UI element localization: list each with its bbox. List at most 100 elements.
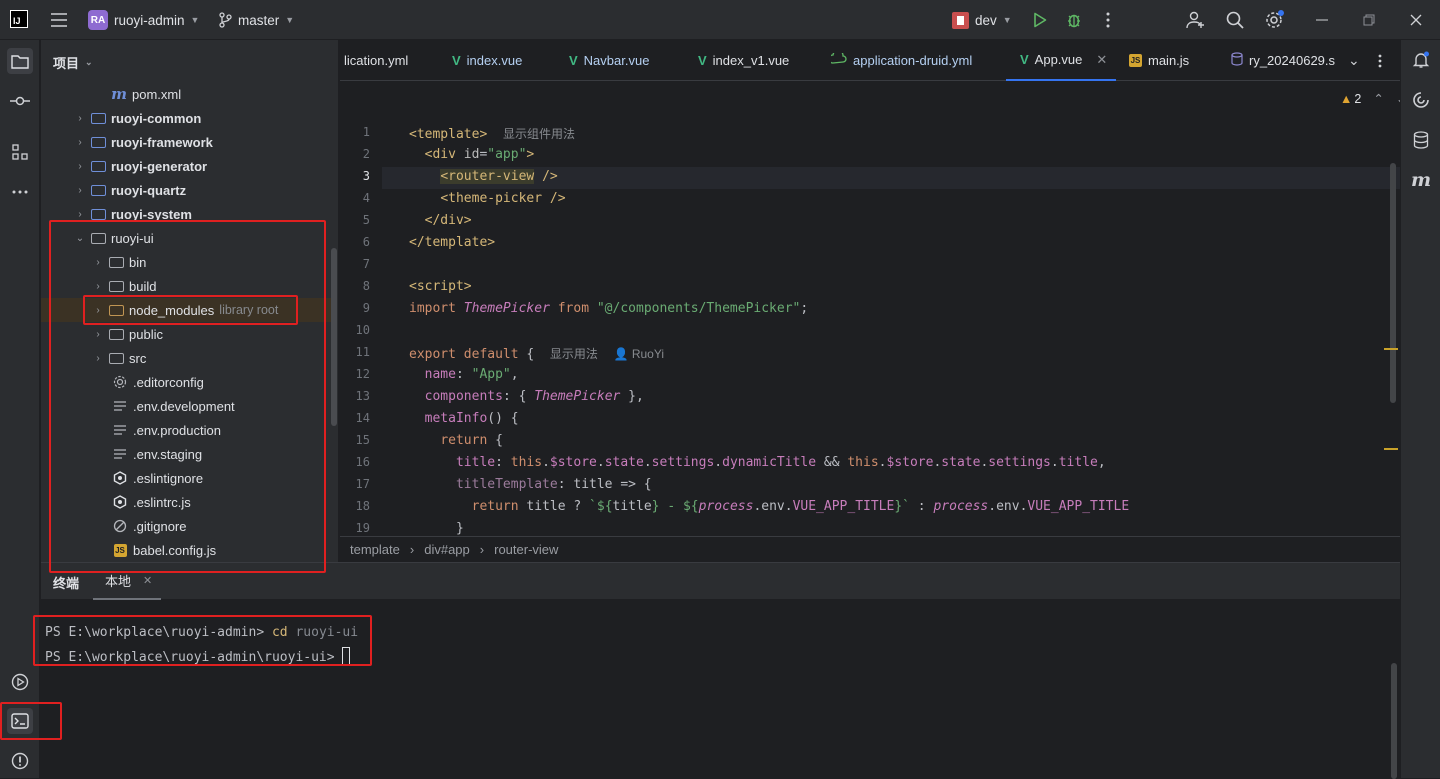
- main-menu-icon[interactable]: [47, 8, 71, 32]
- chevron-down-icon[interactable]: ⌄: [75, 233, 85, 244]
- breadcrumb-item[interactable]: router-view: [494, 542, 558, 557]
- tree-item-ruoyi-generator[interactable]: › ruoyi-generator: [75, 154, 207, 178]
- usage-hint[interactable]: 显示组件用法: [503, 127, 575, 141]
- inspection-widget[interactable]: ▲ 2 ⌃ ⌄: [1340, 91, 1400, 107]
- warning-marker: [1384, 448, 1398, 450]
- tab-more-icon[interactable]: [1378, 40, 1382, 81]
- chevron-down-icon[interactable]: ⌄: [1396, 91, 1400, 106]
- close-tab-icon[interactable]: ✕: [1096, 52, 1107, 68]
- tab-ry-sql[interactable]: ry_20240629.s: [1231, 40, 1341, 81]
- text-file-icon: [112, 399, 128, 413]
- title-bar: IJ RA ruoyi-admin ▼ master ▼ dev ▼: [0, 0, 1440, 40]
- more-tools-icon[interactable]: [8, 180, 32, 204]
- ai-assistant-icon[interactable]: [1409, 88, 1433, 112]
- chevron-right-icon[interactable]: ›: [75, 137, 85, 148]
- line-number: 16: [355, 455, 370, 469]
- terminal-scrollbar[interactable]: [1391, 663, 1397, 779]
- breadcrumb-item[interactable]: template: [350, 542, 400, 557]
- more-actions-icon[interactable]: [1096, 8, 1120, 32]
- chevron-right-icon[interactable]: ›: [93, 281, 103, 292]
- tab-index-v1-vue[interactable]: V index_v1.vue: [698, 40, 789, 81]
- code-area[interactable]: ▲ 2 ⌃ ⌄ 1 2 3 4 5 6 7 8 9 10 11 12 13 14…: [340, 81, 1400, 536]
- usage-hint[interactable]: 显示用法: [550, 347, 598, 361]
- tree-item-ruoyi-framework[interactable]: › ruoyi-framework: [75, 130, 213, 154]
- close-tab-icon[interactable]: ✕: [143, 574, 152, 587]
- tree-item-bin[interactable]: › bin: [93, 250, 146, 274]
- database-icon[interactable]: [1409, 128, 1433, 152]
- chevron-right-icon[interactable]: ›: [75, 161, 85, 172]
- maven-icon[interactable]: m: [1409, 168, 1433, 192]
- tree-item-src[interactable]: › src: [93, 346, 146, 370]
- run-config-selector[interactable]: dev ▼: [952, 0, 1012, 40]
- tree-item-env-development[interactable]: .env.development: [112, 394, 235, 418]
- editor-scrollbar[interactable]: [1390, 163, 1396, 403]
- chevron-right-icon[interactable]: ›: [93, 353, 103, 364]
- tree-item-public[interactable]: › public: [93, 322, 163, 346]
- tree-item-env-staging[interactable]: .env.staging: [112, 442, 202, 466]
- add-user-icon[interactable]: [1184, 8, 1208, 32]
- tree-item-ruoyi-quartz[interactable]: › ruoyi-quartz: [75, 178, 186, 202]
- tab-application-druid-yml[interactable]: application-druid.yml: [828, 40, 972, 81]
- debug-icon[interactable]: [1062, 8, 1086, 32]
- structure-icon[interactable]: [8, 140, 32, 164]
- breadcrumb-item[interactable]: div#app: [424, 542, 470, 557]
- tree-item-editorconfig[interactable]: .editorconfig: [112, 370, 204, 394]
- run-icon[interactable]: [1028, 8, 1052, 32]
- project-panel-scrollbar[interactable]: [331, 248, 337, 426]
- branch-switcher[interactable]: master ▼: [218, 0, 294, 40]
- tab-list-dropdown[interactable]: ⌄: [1348, 40, 1360, 81]
- notifications-bell-icon[interactable]: [1409, 48, 1433, 72]
- code-line: metaInfo() {: [424, 411, 519, 426]
- tab-navbar-vue[interactable]: V Navbar.vue: [569, 40, 649, 81]
- tab-main-js[interactable]: JS main.js: [1129, 40, 1189, 81]
- project-switcher[interactable]: RA ruoyi-admin ▼: [88, 0, 199, 40]
- tree-item-ruoyi-system[interactable]: › ruoyi-system: [75, 202, 192, 226]
- tree-item-env-production[interactable]: .env.production: [112, 418, 221, 442]
- chevron-up-icon[interactable]: ⌃: [1373, 91, 1383, 106]
- line-number: 19: [355, 521, 370, 535]
- line-number: 11: [355, 345, 370, 359]
- project-panel-title[interactable]: 项目 ⌄: [53, 53, 93, 72]
- terminal-title: 终端: [53, 576, 80, 591]
- breadcrumb: template › div#app › router-view: [340, 536, 1400, 562]
- chevron-down-icon: ⌄: [85, 57, 93, 67]
- commit-icon[interactable]: [8, 89, 32, 113]
- tree-item-babel-config-js[interactable]: JS babel.config.js: [112, 538, 216, 562]
- terminal-tab-local[interactable]: 本地 ✕: [93, 563, 161, 600]
- project-name: ruoyi-admin: [114, 12, 185, 28]
- tree-item-build[interactable]: › build: [93, 274, 156, 298]
- code-line: title: this.$store.state.settings.dynami…: [455, 455, 1106, 470]
- search-icon[interactable]: [1223, 8, 1247, 32]
- tree-item-eslintrc-js[interactable]: .eslintrc.js: [112, 490, 191, 514]
- tree-item-gitignore[interactable]: .gitignore: [112, 514, 186, 538]
- chevron-right-icon[interactable]: ›: [93, 305, 103, 316]
- chevron-right-icon[interactable]: ›: [93, 257, 103, 268]
- tree-item-eslintignore[interactable]: .eslintignore: [112, 466, 203, 490]
- chevron-right-icon[interactable]: ›: [75, 209, 85, 220]
- problems-icon[interactable]: [8, 749, 32, 773]
- terminal-line[interactable]: PS E:\workplace\ruoyi-admin\ruoyi-ui>: [45, 647, 351, 665]
- tree-item-node-modules[interactable]: › node_modules library root: [93, 298, 278, 322]
- terminal-icon[interactable]: [7, 708, 33, 734]
- intellij-logo-icon[interactable]: IJ: [10, 10, 28, 28]
- chevron-right-icon[interactable]: ›: [75, 113, 85, 124]
- project-folder-icon[interactable]: [7, 48, 33, 74]
- library-root-note: library root: [219, 303, 279, 317]
- tab-application-yml[interactable]: lication.yml: [344, 40, 408, 81]
- chevron-right-icon[interactable]: ›: [75, 185, 85, 196]
- close-window-icon[interactable]: [1404, 8, 1428, 32]
- author-hint[interactable]: 👤 RuoYi: [614, 347, 665, 361]
- minimize-window-icon[interactable]: [1310, 8, 1334, 32]
- tree-item-ruoyi-ui[interactable]: ⌄ ruoyi-ui: [75, 226, 154, 250]
- tree-item-pom-xml[interactable]: m pom.xml: [111, 82, 181, 106]
- tree-item-ruoyi-common[interactable]: › ruoyi-common: [75, 106, 201, 130]
- chevron-right-icon[interactable]: ›: [93, 329, 103, 340]
- line-number: 12: [355, 367, 370, 381]
- tab-app-vue[interactable]: V App.vue ✕: [1006, 40, 1116, 81]
- tab-index-vue[interactable]: V index.vue: [452, 40, 522, 81]
- services-run-icon[interactable]: [8, 670, 32, 694]
- settings-gear-icon[interactable]: [1262, 8, 1286, 32]
- restore-window-icon[interactable]: [1357, 8, 1381, 32]
- eslint-icon: [112, 495, 128, 509]
- vue-icon: V: [452, 53, 461, 68]
